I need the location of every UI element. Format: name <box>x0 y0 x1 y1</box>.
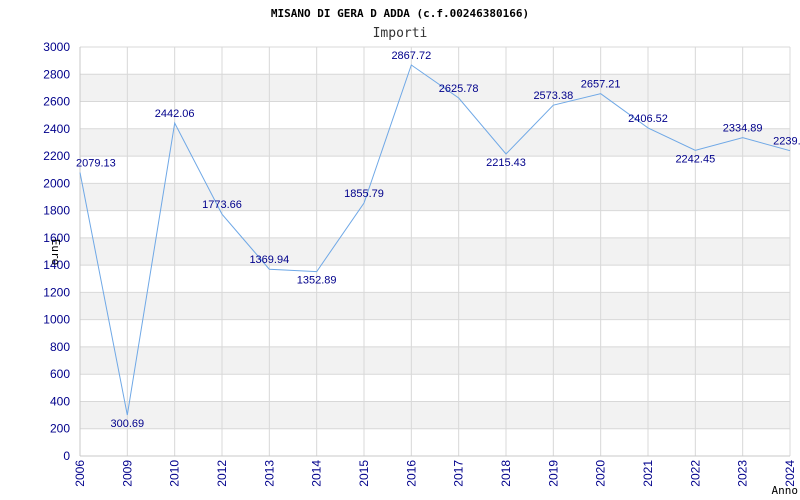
data-label: 300.69 <box>111 418 145 430</box>
data-label: 2334.89 <box>723 123 763 135</box>
data-label: 2406.52 <box>628 113 668 125</box>
x-tick-label: 2015 <box>357 460 371 487</box>
x-tick-label: 2009 <box>120 460 134 487</box>
x-tick-label: 2016 <box>404 460 418 487</box>
y-tick-label: 2800 <box>43 67 70 81</box>
grid-band <box>80 346 790 375</box>
grid-band <box>80 128 790 157</box>
y-tick-label: 0 <box>63 449 70 463</box>
data-label: 2625.78 <box>439 83 479 95</box>
data-label: 2079.13 <box>76 158 116 170</box>
data-label: 2215.43 <box>486 157 526 169</box>
data-label: 2239.2 <box>773 136 800 148</box>
x-tick-label: 2022 <box>688 460 702 487</box>
line-chart: 0200400600800100012001400160018002000220… <box>43 7 800 497</box>
x-tick-label: 2017 <box>452 460 466 487</box>
x-tick-label: 2018 <box>499 460 513 487</box>
data-label: 1369.94 <box>249 254 289 266</box>
x-tick-label: 2024 <box>783 460 797 487</box>
x-tick-label: 2014 <box>310 460 324 487</box>
grid-band <box>80 292 790 320</box>
data-label: 2573.38 <box>533 90 573 102</box>
x-tick-labels: 2006 2009 2010 2012 2013 2014 2015 2016 2017 2018… <box>73 460 797 487</box>
data-label: 2442.06 <box>155 108 195 120</box>
y-tick-label: 800 <box>50 340 70 354</box>
grid-band <box>80 237 790 266</box>
x-tick-label: 2013 <box>262 460 276 487</box>
x-tick-label: 2012 <box>215 460 229 487</box>
x-tick-label: 2019 <box>546 460 560 487</box>
data-label: 2867.72 <box>391 50 431 62</box>
grid-band <box>80 74 790 102</box>
x-tick-label: 2010 <box>168 460 182 487</box>
y-axis-label: Euro <box>49 239 62 266</box>
y-tick-label: 1800 <box>43 204 70 218</box>
data-label: 1855.79 <box>344 188 384 200</box>
x-tick-label: 2020 <box>594 460 608 487</box>
y-tick-label: 1200 <box>43 285 70 299</box>
chart-title: MISANO DI GERA D ADDA (c.f.00246380166) <box>271 7 529 20</box>
background-bands <box>80 74 790 429</box>
y-tick-label: 2400 <box>43 122 70 136</box>
chart-subtitle: Importi <box>373 26 428 41</box>
y-tick-label: 2600 <box>43 95 70 109</box>
data-label: 1773.66 <box>202 199 242 211</box>
x-tick-label: 2021 <box>641 460 655 487</box>
x-axis-label: Anno <box>772 484 799 497</box>
y-tick-label: 400 <box>50 394 70 408</box>
y-tick-label: 200 <box>50 422 70 436</box>
y-tick-label: 2000 <box>43 176 70 190</box>
data-label: 1352.89 <box>297 275 337 287</box>
grid-band <box>80 183 790 211</box>
grid-band <box>80 401 790 429</box>
data-label: 2242.45 <box>675 153 715 165</box>
y-tick-label: 600 <box>50 367 70 381</box>
data-label: 2657.21 <box>581 79 621 91</box>
x-tick-label: 2023 <box>736 460 750 487</box>
x-tick-label: 2006 <box>73 460 87 487</box>
y-tick-label: 1000 <box>43 313 70 327</box>
y-tick-label: 2200 <box>43 149 70 163</box>
y-tick-label: 3000 <box>43 40 70 54</box>
